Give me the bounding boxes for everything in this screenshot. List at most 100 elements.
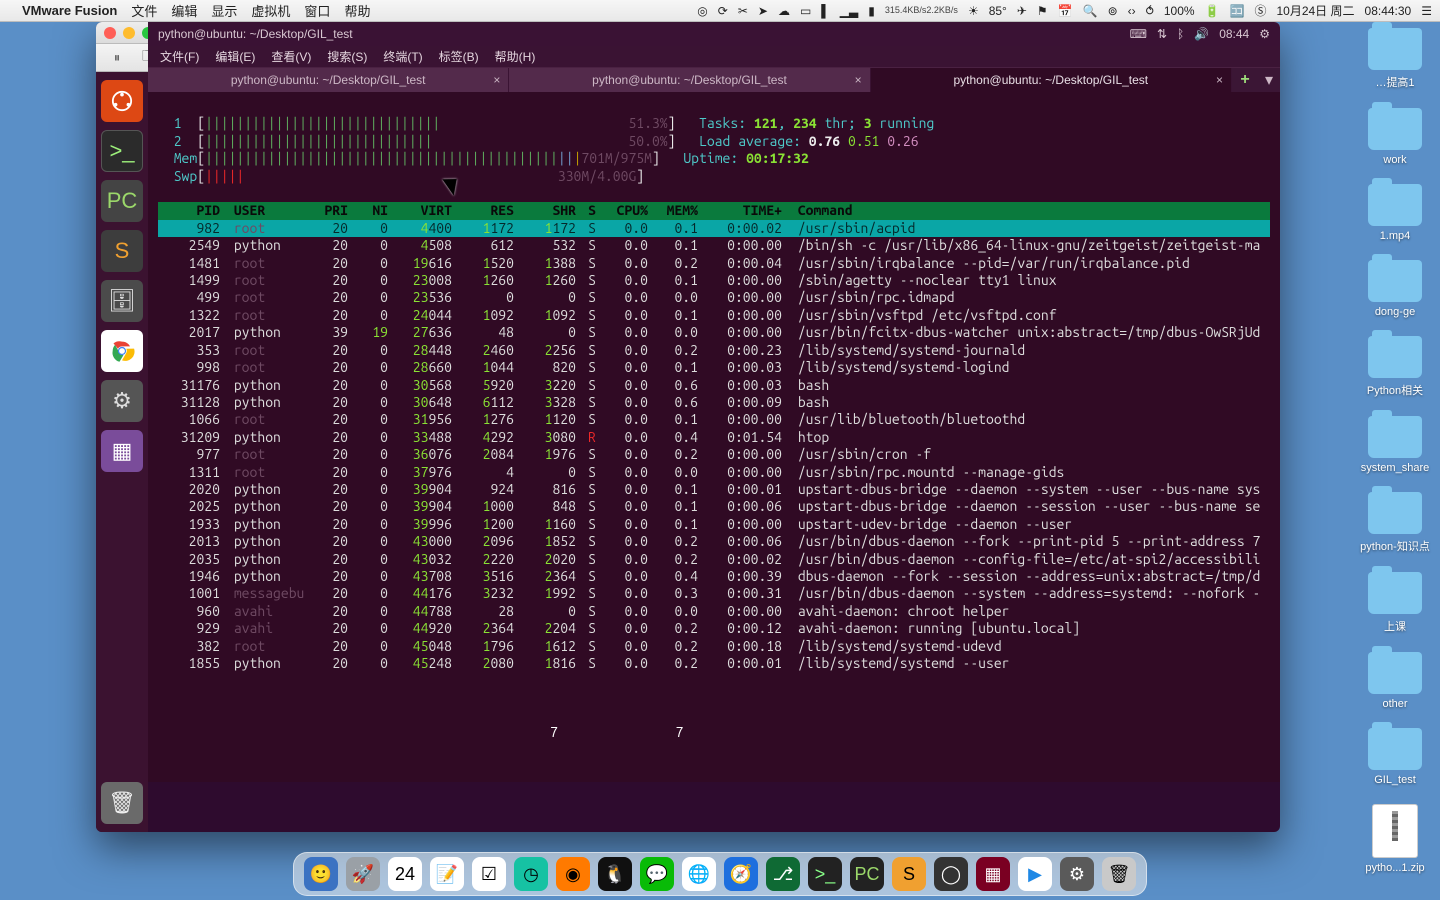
workspace-launcher[interactable]: ▦: [101, 430, 143, 472]
folder-item[interactable]: work: [1356, 108, 1434, 166]
terminal-tab-active[interactable]: python@ubuntu: ~/Desktop/GIL_test×: [871, 68, 1232, 92]
dash-button[interactable]: [101, 80, 143, 122]
s-icon[interactable]: Ⓢ: [1254, 2, 1266, 19]
term-menu-term[interactable]: 终端(T): [383, 48, 422, 65]
table-row[interactable]: 1001 messagebu2004417632321992 S0.00.30:…: [158, 585, 1270, 602]
flag-icon[interactable]: ⚑: [1037, 4, 1048, 18]
iterm-icon[interactable]: >_: [808, 857, 842, 891]
pycharm-launcher[interactable]: PC: [101, 180, 143, 222]
tab-overflow-button[interactable]: ▾: [1258, 68, 1280, 92]
notes-icon[interactable]: 📝: [430, 857, 464, 891]
htop-header[interactable]: PID USERPRINIVIRTRESSHR SCPU%MEM%TIME+ C…: [158, 202, 1270, 219]
launchpad-icon[interactable]: 🚀: [346, 857, 380, 891]
plane-icon[interactable]: ✈: [1017, 4, 1027, 18]
folder-item[interactable]: …提高1: [1356, 28, 1434, 90]
pycharm-dock-icon[interactable]: PC: [850, 857, 884, 891]
terminal-tab[interactable]: python@ubuntu: ~/Desktop/GIL_test×: [509, 68, 870, 92]
htop-process-list[interactable]: 982 root200440011721172 S0.00.10:00.02 /…: [158, 220, 1270, 673]
term-menu-view[interactable]: 查看(V): [271, 48, 311, 65]
reminders-icon[interactable]: ☑: [472, 857, 506, 891]
table-row[interactable]: 499 root2002353600 S0.00.00:00.00 /usr/s…: [158, 289, 1270, 306]
folder-item[interactable]: 1.mp4: [1356, 184, 1434, 242]
settings-launcher[interactable]: ⚙: [101, 380, 143, 422]
location-icon[interactable]: ➤: [758, 4, 768, 18]
net-updown-icon[interactable]: ⇅: [1157, 27, 1167, 41]
search-icon[interactable]: 🔍: [1083, 4, 1098, 18]
xcode-icon[interactable]: ⎇: [766, 857, 800, 891]
obs-icon[interactable]: ◯: [934, 857, 968, 891]
table-row[interactable]: 960 avahi20044788280 S0.00.00:00.00 avah…: [158, 603, 1270, 620]
weather-icon[interactable]: ☀: [968, 4, 979, 18]
table-row[interactable]: 1066 root2003195612761120 S0.00.10:00.00…: [158, 411, 1270, 428]
term-menu-edit[interactable]: 编辑(E): [215, 48, 255, 65]
table-row[interactable]: 2035 python2004303222202020 S0.00.20:00.…: [158, 551, 1270, 568]
table-row[interactable]: 929 avahi2004492023642204 S0.00.20:00.12…: [158, 620, 1270, 637]
terminal-body[interactable]: 1 [|||||||||||||||||||||||||||||| 51.3%]…: [148, 92, 1280, 782]
battery-icon[interactable]: 🔋: [1205, 4, 1220, 18]
table-row[interactable]: 1499 root2002300812601260 S0.00.10:00.00…: [158, 272, 1270, 289]
menu-view[interactable]: 显示: [211, 1, 237, 20]
calendar-icon[interactable]: 📅: [1058, 4, 1073, 18]
safari-icon[interactable]: 🧭: [724, 857, 758, 891]
table-row[interactable]: 2549 python2004508612532 S0.00.10:00.00 …: [158, 237, 1270, 254]
battery2-icon[interactable]: ▮: [868, 4, 875, 18]
chrome-app-icon[interactable]: 🌐: [682, 857, 716, 891]
folder-item[interactable]: Python相关: [1356, 336, 1434, 398]
terminal-tab[interactable]: python@ubuntu: ~/Desktop/GIL_test×: [148, 68, 509, 92]
qq-icon[interactable]: 🐧: [598, 857, 632, 891]
display-icon[interactable]: ▭: [800, 4, 811, 18]
vmware-dock-icon[interactable]: ▦: [976, 857, 1010, 891]
menu-help[interactable]: 帮助: [344, 1, 370, 20]
term-menu-search[interactable]: 搜索(S): [327, 48, 367, 65]
term-menu-file[interactable]: 文件(F): [160, 48, 199, 65]
chrome-launcher[interactable]: [101, 330, 143, 372]
graph-icon[interactable]: ▁▃: [840, 4, 858, 18]
table-row[interactable]: 1311 root2003797640 S0.00.00:00.00 /usr/…: [158, 464, 1270, 481]
term-menu-help[interactable]: 帮助(H): [495, 48, 536, 65]
table-row[interactable]: 1322 root2002404410921092 S0.00.10:00.00…: [158, 307, 1270, 324]
trash-launcher[interactable]: 🗑: [101, 782, 143, 824]
table-row[interactable]: 2020 python20039904924816 S0.00.10:00.01…: [158, 481, 1270, 498]
status-icon[interactable]: ◎: [697, 4, 707, 18]
folder-item[interactable]: other: [1356, 652, 1434, 710]
menu-icon[interactable]: ☰: [1421, 4, 1432, 18]
volume-icon[interactable]: 🔊: [1194, 27, 1209, 41]
cloud-icon[interactable]: ☁: [778, 4, 790, 18]
table-row[interactable]: 977 root2003607620841976 S0.00.20:00.00 …: [158, 446, 1270, 463]
tab-close-icon[interactable]: ×: [855, 73, 862, 87]
sublime-dock-icon[interactable]: S: [892, 857, 926, 891]
bluetooth-icon[interactable]: ᛒ: [1177, 27, 1184, 41]
table-row[interactable]: 998 root200286601044820 S0.00.10:00.03 /…: [158, 359, 1270, 376]
pause-button[interactable]: ⏸: [106, 49, 128, 67]
disk-icon[interactable]: ▌: [821, 4, 830, 18]
wechat-icon[interactable]: 💬: [640, 857, 674, 891]
menu-window[interactable]: 窗口: [304, 1, 330, 20]
scissors-icon[interactable]: ✂: [738, 4, 748, 18]
wifi-icon[interactable]: ⊚: [1108, 4, 1118, 18]
gnome-clock[interactable]: 08:44: [1219, 27, 1249, 41]
minimize-window[interactable]: [123, 27, 135, 39]
preferences-icon[interactable]: ⚙: [1060, 857, 1094, 891]
table-row[interactable]: 31128 python2003064861123328 S0.00.60:00…: [158, 394, 1270, 411]
play-icon[interactable]: ▶: [1018, 857, 1052, 891]
term-menu-tabs[interactable]: 标签(B): [439, 48, 479, 65]
wechat-work-icon[interactable]: ◷: [514, 857, 548, 891]
table-row[interactable]: 1933 python2003999612001160 S0.00.10:00.…: [158, 516, 1270, 533]
finder-icon[interactable]: 🙂: [304, 857, 338, 891]
files-launcher[interactable]: 🗄: [101, 280, 143, 322]
input-icon[interactable]: 🈁: [1230, 4, 1245, 18]
table-row[interactable]: 2013 python2004300020961852 S0.00.20:00.…: [158, 533, 1270, 550]
app-orange-icon[interactable]: ◉: [556, 857, 590, 891]
table-row[interactable]: 31209 python2003348842923080 R0.00.40:01…: [158, 429, 1270, 446]
sync-icon[interactable]: ⟳: [718, 4, 728, 18]
folder-item[interactable]: 上课: [1356, 572, 1434, 634]
trash-dock-icon[interactable]: 🗑: [1102, 857, 1136, 891]
table-row[interactable]: 382 root2004504817961612 S0.00.20:00.18 …: [158, 638, 1270, 655]
sublime-launcher[interactable]: S: [101, 230, 143, 272]
menu-file[interactable]: 文件: [131, 1, 157, 20]
table-row[interactable]: 2025 python200399041000848 S0.00.10:00.0…: [158, 498, 1270, 515]
folder-item[interactable]: system_share: [1356, 416, 1434, 474]
table-row[interactable]: 1946 python2004370835162364 S0.00.40:00.…: [158, 568, 1270, 585]
tab-close-icon[interactable]: ×: [493, 73, 500, 87]
table-row[interactable]: 31176 python2003056859203220 S0.00.60:00…: [158, 377, 1270, 394]
